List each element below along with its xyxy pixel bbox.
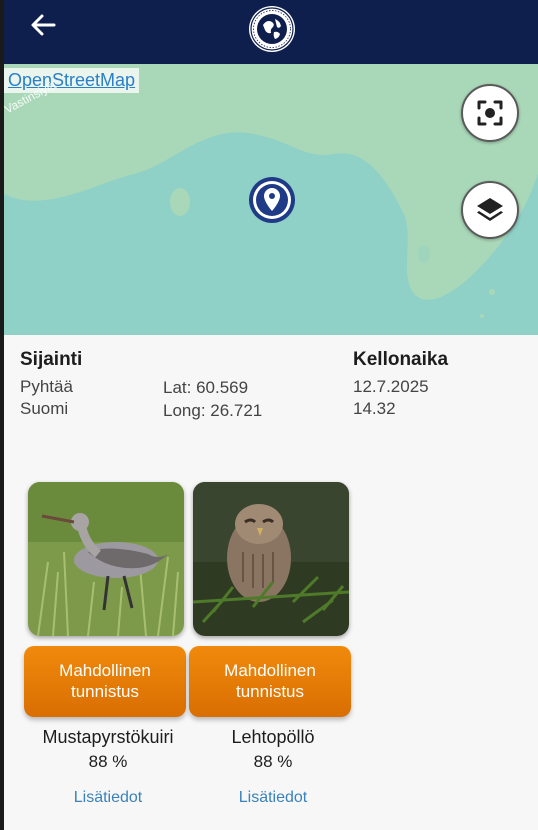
latitude-value: Lat: 60.569 — [163, 378, 249, 397]
map-view[interactable]: OpenStreetMap Vastinsiylä — [4, 64, 538, 335]
species-name: Lehtopöllö — [231, 727, 315, 747]
owl-photo[interactable] — [193, 482, 349, 636]
center-focus-button[interactable] — [461, 84, 519, 142]
app-screen: OpenStreetMap Vastinsiylä Sijainti Pyhtä… — [4, 0, 538, 830]
app-header — [4, 0, 538, 64]
longitude-value: Long: 26.721 — [163, 401, 263, 420]
layers-icon — [477, 198, 503, 221]
confidence-value: 88 % — [253, 752, 293, 771]
back-arrow-icon[interactable] — [28, 10, 58, 40]
center-focus-icon — [477, 100, 503, 126]
more-info-link[interactable]: Lisätiedot — [173, 789, 373, 807]
osm-attribution-link[interactable]: OpenStreetMap — [4, 68, 140, 93]
possible-identification-button[interactable]: Mahdollinen tunnistus — [189, 646, 351, 717]
time-heading: Kellonaika — [353, 349, 449, 370]
location-heading: Sijainti — [20, 349, 83, 370]
time-value: 14.32 — [353, 399, 396, 418]
date-value: 12.7.2025 — [353, 377, 429, 396]
location-country: Suomi — [20, 399, 69, 418]
possible-identification-button[interactable]: Mahdollinen tunnistus — [24, 646, 186, 717]
location-place: Pyhtää — [20, 377, 73, 396]
globe-emblem-icon — [248, 5, 296, 53]
map-layers-button[interactable] — [461, 181, 519, 239]
godwit-photo[interactable] — [28, 482, 184, 636]
location-pin-icon[interactable] — [248, 176, 296, 224]
